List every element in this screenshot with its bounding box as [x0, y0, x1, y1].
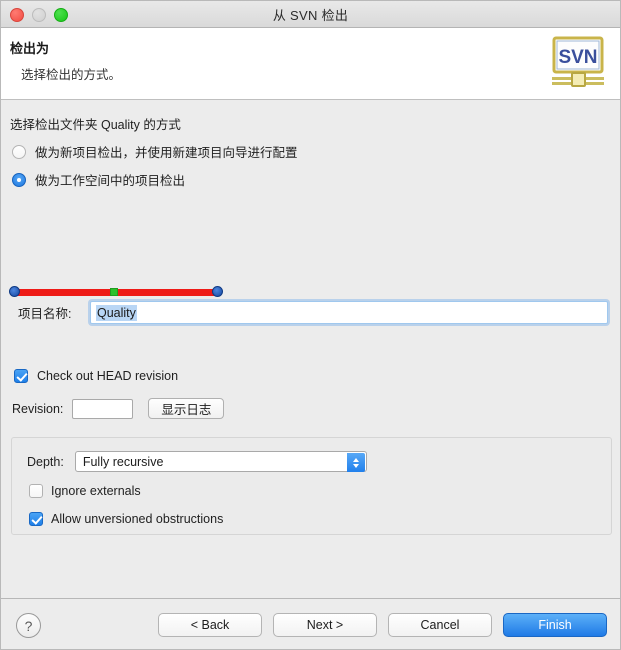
head-revision-label: Check out HEAD revision	[37, 369, 179, 383]
annotation-handle-right[interactable]	[212, 286, 223, 297]
radio-option-new-project[interactable]: 做为新项目检出，并使用新建项目向导进行配置	[12, 142, 298, 161]
allow-obstructions-row[interactable]: Allow unversioned obstructions	[29, 512, 223, 526]
depth-row: Depth: Fully recursive	[27, 451, 367, 472]
wizard-footer: ? < Back Next > Cancel Finish	[1, 598, 620, 649]
revision-input[interactable]	[72, 398, 134, 419]
radio-label-workspace-project: 做为工作空间中的项目检出	[35, 174, 186, 188]
svg-text:SVN: SVN	[558, 47, 597, 68]
wizard-header: 检出为 选择检出的方式。 SVN	[1, 28, 620, 100]
cancel-button[interactable]: Cancel	[388, 613, 492, 637]
depth-group-box: Depth: Fully recursive Ignore externals …	[11, 437, 612, 535]
title-bar: 从 SVN 检出	[1, 1, 620, 28]
revision-label: Revision:	[12, 401, 64, 416]
maximize-button[interactable]	[54, 8, 68, 22]
svn-checkout-dialog: 从 SVN 检出 检出为 选择检出的方式。 SVN 选择检出文件夹 Qualit…	[0, 0, 621, 650]
revision-row: Revision: 显示日志	[12, 398, 225, 419]
section-label: 选择检出文件夹 Quality 的方式	[10, 118, 181, 132]
window-controls	[10, 8, 68, 22]
project-name-label: 项目名称:	[18, 307, 72, 321]
depth-select[interactable]: Fully recursive	[74, 451, 367, 472]
ignore-externals-row[interactable]: Ignore externals	[29, 484, 141, 498]
radio-label-new-project: 做为新项目检出，并使用新建项目向导进行配置	[35, 146, 298, 160]
help-icon[interactable]: ?	[16, 613, 41, 638]
page-title: 检出为	[10, 41, 50, 56]
finish-button[interactable]: Finish	[503, 613, 607, 637]
checkbox-icon-ignore-externals[interactable]	[29, 484, 43, 498]
annotation-handle-left[interactable]	[9, 286, 20, 297]
checkbox-icon-head-revision[interactable]	[14, 369, 28, 383]
depth-label: Depth:	[27, 454, 64, 469]
project-name-input[interactable]: Quality	[90, 301, 608, 324]
checkbox-icon-allow-obstructions[interactable]	[29, 512, 43, 526]
next-button[interactable]: Next >	[273, 613, 377, 637]
radio-icon-selected[interactable]	[12, 172, 26, 187]
svn-logo-icon: SVN	[552, 36, 604, 87]
project-name-row: 项目名称: Quality	[18, 301, 608, 324]
window-title: 从 SVN 检出	[272, 7, 349, 23]
minimize-button[interactable]	[32, 8, 46, 22]
footer-button-group: < Back Next > Cancel Finish	[158, 613, 607, 637]
radio-icon-unselected[interactable]	[12, 144, 26, 159]
page-subtitle: 选择检出的方式。	[21, 68, 122, 82]
close-button[interactable]	[10, 8, 24, 22]
radio-option-workspace-project[interactable]: 做为工作空间中的项目检出	[12, 170, 185, 189]
allow-obstructions-label: Allow unversioned obstructions	[51, 512, 224, 526]
wizard-body: 选择检出文件夹 Quality 的方式 做为新项目检出，并使用新建项目向导进行配…	[1, 100, 620, 598]
chevron-updown-icon[interactable]	[346, 453, 365, 472]
chevron-up-icon	[352, 457, 359, 462]
back-button[interactable]: < Back	[158, 613, 262, 637]
chevron-down-icon	[352, 463, 359, 468]
head-revision-row[interactable]: Check out HEAD revision	[14, 369, 178, 383]
show-log-button[interactable]: 显示日志	[148, 398, 225, 419]
project-name-value: Quality	[96, 304, 137, 321]
annotation-handle-middle[interactable]	[110, 288, 118, 296]
depth-select-value: Fully recursive	[82, 454, 164, 469]
ignore-externals-label: Ignore externals	[51, 484, 141, 498]
